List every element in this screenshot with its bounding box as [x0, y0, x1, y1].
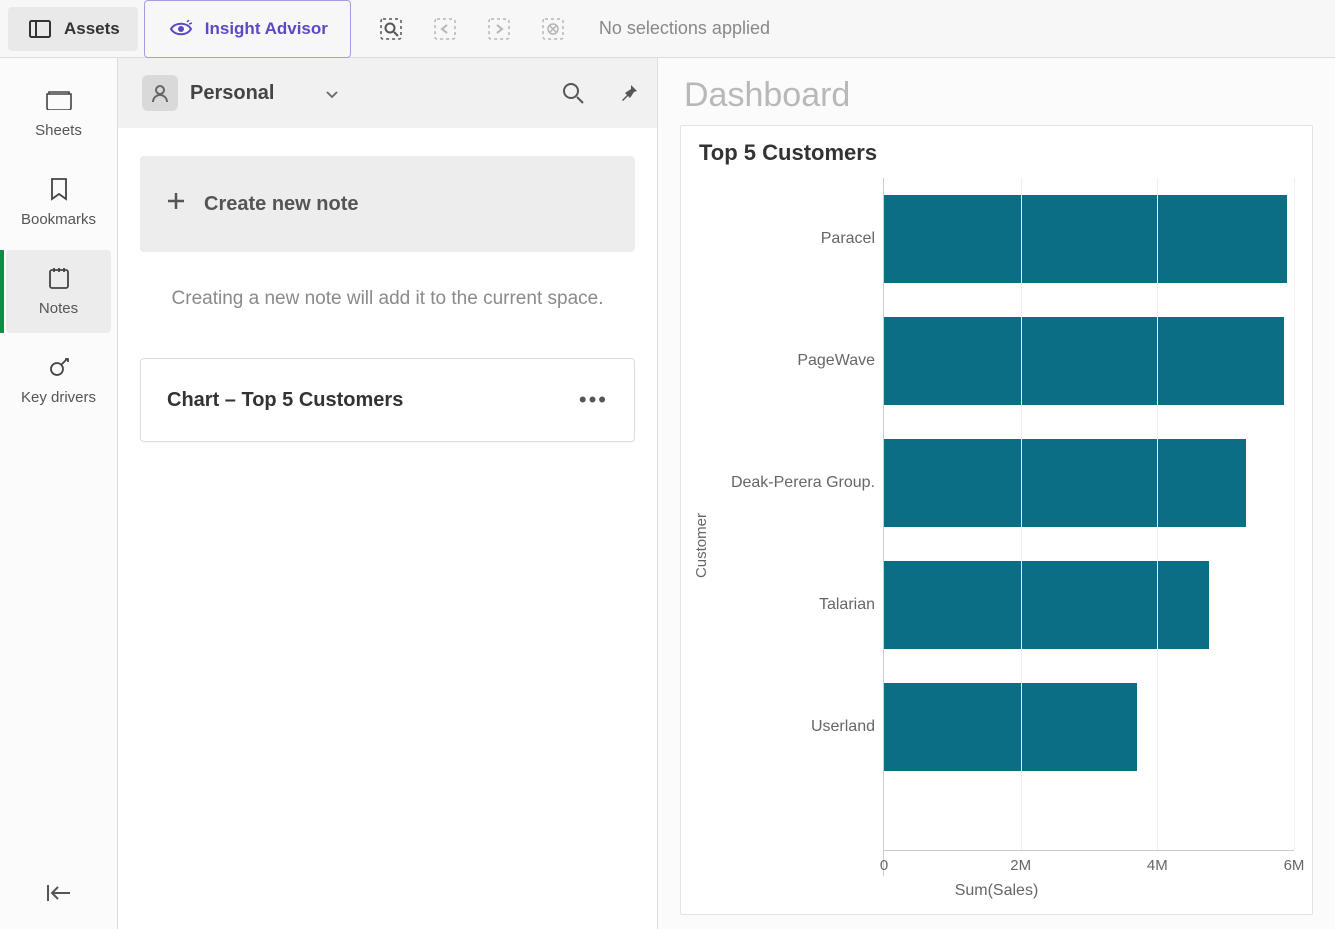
more-horizontal-icon: •••	[579, 387, 608, 412]
dashboard-title: Dashboard	[684, 76, 1313, 115]
note-card-menu-button[interactable]: •••	[579, 387, 608, 413]
y-tick-label: Deak-Perera Group.	[731, 422, 875, 544]
chart-area: Customer ParacelPageWaveDeak-Perera Grou…	[699, 178, 1294, 876]
x-tick-label: 2M	[1010, 857, 1031, 874]
y-tick-label: Talarian	[819, 544, 875, 666]
insight-advisor-button[interactable]: Insight Advisor	[144, 0, 351, 58]
grid-line	[1294, 178, 1295, 850]
y-axis-title: Customer	[693, 513, 710, 578]
note-icon	[45, 264, 73, 292]
selection-forward-icon	[485, 15, 513, 43]
rail-bookmarks-label: Bookmarks	[21, 211, 96, 228]
rail-sheets-label: Sheets	[35, 122, 82, 139]
selections-toolbar: No selections applied	[377, 15, 770, 43]
x-tick-label: 0	[880, 857, 888, 874]
y-tick-label: Userland	[811, 666, 875, 788]
chart-plot: 02M4M6M	[883, 178, 1294, 876]
create-note-button[interactable]: Create new note	[140, 156, 635, 252]
panel-left-icon	[26, 15, 54, 43]
y-tick-label: PageWave	[797, 300, 875, 422]
grid-line	[1021, 178, 1022, 850]
insight-label: Insight Advisor	[205, 19, 328, 39]
rail-collapse-button[interactable]	[0, 857, 117, 929]
chart-bar[interactable]	[884, 195, 1287, 283]
notes-scope-dropdown[interactable]: Personal	[132, 69, 348, 117]
chart-bar[interactable]	[884, 561, 1209, 649]
no-selections-label: No selections applied	[599, 18, 770, 39]
rail-item-notes[interactable]: Notes	[6, 250, 111, 333]
rail-keydrivers-label: Key drivers	[21, 389, 96, 406]
left-rail: Sheets Bookmarks Notes Key drivers	[0, 58, 118, 929]
x-axis-title: Sum(Sales)	[699, 882, 1294, 900]
notes-pin-icon[interactable]	[615, 79, 643, 107]
rail-item-sheets[interactable]: Sheets	[6, 72, 111, 155]
x-axis: 02M4M6M	[884, 850, 1294, 876]
chart-bar[interactable]	[884, 683, 1137, 771]
y-axis-labels: ParacelPageWaveDeak-Perera Group.Talaria…	[699, 178, 883, 788]
selection-clear-icon	[539, 15, 567, 43]
note-preview: Dashboard Top 5 Customers Customer Parac…	[658, 58, 1335, 929]
assets-label: Assets	[64, 19, 120, 39]
rail-item-keydrivers[interactable]: Key drivers	[6, 339, 111, 422]
notes-search-icon[interactable]	[559, 79, 587, 107]
plus-icon	[166, 191, 186, 217]
sheet-icon	[45, 86, 73, 114]
notes-header: Personal	[118, 58, 657, 128]
grid-line	[1157, 178, 1158, 850]
keydrivers-icon	[45, 353, 73, 381]
person-icon	[142, 75, 178, 111]
note-card[interactable]: Chart – Top 5 Customers •••	[140, 358, 635, 442]
collapse-left-icon	[45, 879, 73, 907]
notes-panel: Personal Create new note	[118, 58, 658, 929]
chart-container: Top 5 Customers Customer ParacelPageWave…	[680, 125, 1313, 915]
create-note-hint: Creating a new note will add it to the c…	[140, 288, 635, 310]
selection-back-icon	[431, 15, 459, 43]
x-tick-label: 4M	[1147, 857, 1168, 874]
top-toolbar: Assets Insight Advisor No selections app…	[0, 0, 1335, 58]
chevron-down-icon	[326, 82, 338, 105]
note-card-title: Chart – Top 5 Customers	[167, 389, 403, 412]
rail-notes-label: Notes	[39, 300, 78, 317]
rail-item-bookmarks[interactable]: Bookmarks	[6, 161, 111, 244]
notes-scope-label: Personal	[190, 82, 274, 105]
x-tick-label: 6M	[1284, 857, 1305, 874]
create-note-label: Create new note	[204, 193, 358, 216]
bookmark-icon	[45, 175, 73, 203]
chart-bar[interactable]	[884, 439, 1246, 527]
chart-bar[interactable]	[884, 317, 1284, 405]
assets-button[interactable]: Assets	[8, 7, 138, 51]
chart-title: Top 5 Customers	[699, 140, 1294, 166]
y-tick-label: Paracel	[821, 178, 875, 300]
selection-search-icon[interactable]	[377, 15, 405, 43]
insight-eye-icon	[167, 15, 195, 43]
